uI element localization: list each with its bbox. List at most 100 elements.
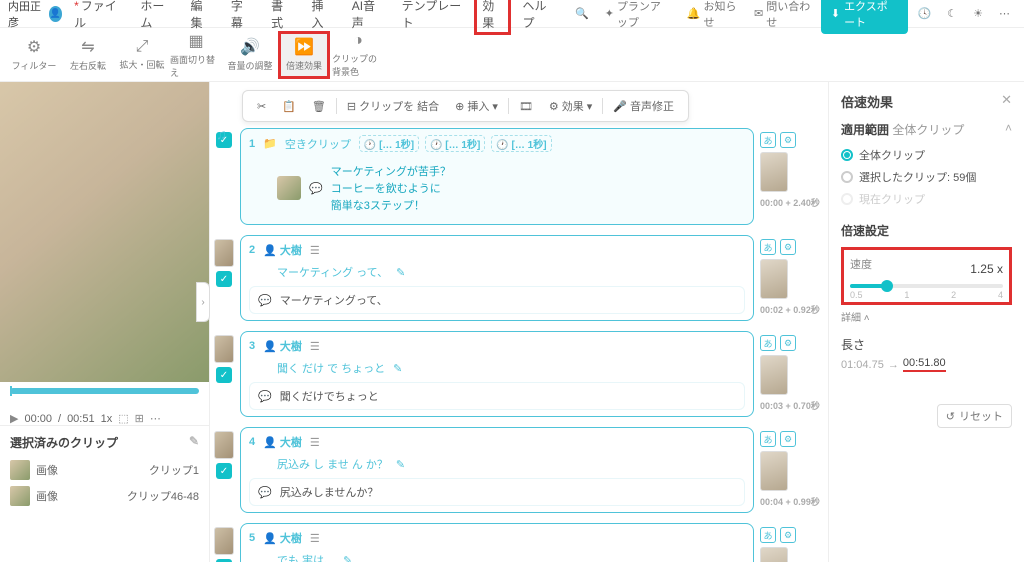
radio-all-clips[interactable]: 全体クリップ	[841, 144, 1012, 166]
cut-icon[interactable]: ✂	[251, 97, 272, 116]
tool-zoom-rotate[interactable]: ⤢拡大・回転	[116, 31, 168, 79]
menu-insert[interactable]: 挿入	[303, 0, 339, 35]
copy-icon[interactable]: 📋	[276, 97, 302, 116]
pencil-icon[interactable]: ✎	[396, 266, 405, 279]
result-thumb[interactable]	[760, 259, 788, 299]
contact-button[interactable]: ✉ 問い合わせ	[748, 0, 817, 34]
radio-selected-clips[interactable]: 選択したクリップ: 59個	[841, 166, 1012, 188]
flag-button[interactable]: あ	[760, 239, 776, 255]
clip-card[interactable]: 1 📁 空きクリップ 🕐 [… 1秒] 🕐 [… 1秒] 🕐 [… 1秒] 💬 …	[240, 128, 754, 225]
flag-settings-icon[interactable]: ⚙	[780, 431, 796, 447]
insert-button[interactable]: ⊕ 挿入 ▾	[449, 95, 504, 117]
menu-template[interactable]: テンプレート	[394, 0, 471, 35]
play-icon[interactable]: ▶	[10, 412, 18, 425]
right-panel: 倍速効果✕ 適用範囲 全体クリップ˄ 全体クリップ 選択したクリップ: 59個 …	[828, 82, 1024, 562]
expand-handle[interactable]: ›	[196, 282, 210, 322]
flag-settings-icon[interactable]: ⚙	[780, 527, 796, 543]
flag-settings-icon[interactable]: ⚙	[780, 132, 796, 148]
pencil-icon[interactable]: ✎	[393, 362, 402, 375]
flag-settings-icon[interactable]: ⚙	[780, 335, 796, 351]
toolbar: ⚙フィルター ⇋左右反転 ⤢拡大・回転 ▦画面切り替え 🔊音量の調整 ⏩倍速効果…	[0, 28, 1024, 82]
list-item[interactable]: 画像クリップ1	[10, 457, 199, 483]
reset-button[interactable]: ↺ リセット	[937, 404, 1012, 428]
more-icon[interactable]: ⋯	[993, 3, 1016, 24]
video-preview[interactable]	[0, 82, 209, 382]
sun-icon[interactable]: ☀	[967, 3, 989, 24]
scrub-bar[interactable]	[10, 388, 199, 394]
menu-format[interactable]: 書式	[263, 0, 299, 35]
voicefix-button[interactable]: 🎤 音声修正	[607, 95, 680, 117]
pencil-icon[interactable]: ✎	[343, 554, 352, 562]
track-checkbox[interactable]: ✓	[216, 271, 232, 287]
pencil-icon[interactable]: ✎	[396, 458, 405, 471]
chevron-up-icon[interactable]: ˄	[1005, 121, 1012, 138]
moon-icon[interactable]: ☾	[941, 3, 963, 24]
result-thumb[interactable]	[760, 355, 788, 395]
focus-icon[interactable]: ⬚	[118, 412, 128, 425]
track-row: ✓ 1 📁 空きクリップ 🕐 [… 1秒] 🕐 [… 1秒] 🕐 [… 1秒] …	[214, 128, 820, 225]
flag-settings-icon[interactable]: ⚙	[780, 239, 796, 255]
card-menu-icon[interactable]: ☰	[310, 532, 320, 545]
card-menu-icon[interactable]: ☰	[310, 436, 320, 449]
flag-button[interactable]: あ	[760, 527, 776, 543]
result-thumb[interactable]	[760, 152, 788, 192]
delete-icon[interactable]: 🗑	[306, 97, 332, 116]
tool-speed[interactable]: ⏩倍速効果	[278, 31, 330, 79]
menu-edit[interactable]: 編集	[183, 0, 219, 35]
menu-help[interactable]: ヘルプ	[515, 0, 561, 35]
history-icon[interactable]: 🕓	[912, 3, 938, 24]
tool-transition[interactable]: ▦画面切り替え	[170, 31, 222, 79]
more-controls-icon[interactable]: ⋯	[150, 412, 161, 425]
menu-home[interactable]: ホーム	[132, 0, 178, 35]
script-column: ✂ 📋 🗑 ⊟ クリップを 結合 ⊕ 挿入 ▾ 🎞 ⚙ 効果 ▾ 🎤 音声修正 …	[210, 82, 828, 562]
search-icon[interactable]: 🔍	[569, 3, 595, 24]
result-thumb[interactable]	[760, 547, 788, 562]
export-button[interactable]: ⬇ エクスポート	[821, 0, 908, 34]
card-menu-icon[interactable]: ☰	[310, 244, 320, 257]
tool-flip[interactable]: ⇋左右反転	[62, 31, 114, 79]
edit-selection-icon[interactable]: ✎	[189, 434, 199, 451]
flag-button[interactable]: あ	[760, 335, 776, 351]
track-row: ✓ 3👤 大樹☰ 聞く だけ で ちょっと✎ 💬聞くだけでちょっと あ⚙00:0…	[214, 331, 820, 417]
flag-button[interactable]: あ	[760, 431, 776, 447]
music-icon[interactable]: ♫	[216, 126, 227, 142]
tool-bgcolor[interactable]: ◑クリップの背景色	[332, 31, 384, 79]
context-toolbar: ✂ 📋 🗑 ⊟ クリップを 結合 ⊕ 挿入 ▾ 🎞 ⚙ 効果 ▾ 🎤 音声修正	[242, 90, 689, 122]
clip-card[interactable]: 5👤 大樹☰ でも 実は、✎ 💬でも実は、	[240, 523, 754, 562]
tool-filter[interactable]: ⚙フィルター	[8, 31, 60, 79]
avatar[interactable]: 👤	[49, 6, 62, 22]
track-checkbox[interactable]: ✓	[216, 463, 232, 479]
track-row: ✓ 4👤 大樹☰ 尻込み し ませ ん か？✎ 💬尻込みしませんか？ あ⚙00:…	[214, 427, 820, 513]
tool-volume[interactable]: 🔊音量の調整	[224, 31, 276, 79]
flag-button[interactable]: あ	[760, 132, 776, 148]
card-menu-icon[interactable]: ☰	[310, 340, 320, 353]
playback-rate[interactable]: 1x	[101, 413, 113, 425]
panel-title: 倍速効果	[841, 92, 893, 111]
palette-icon: ◑	[353, 32, 363, 50]
news-button[interactable]: 🔔 お知らせ	[681, 0, 744, 34]
menu-ai-voice[interactable]: AI音声	[344, 0, 390, 35]
transition-icon: ▦	[188, 31, 203, 51]
clip-card[interactable]: 4👤 大樹☰ 尻込み し ませ ん か？✎ 💬尻込みしませんか？	[240, 427, 754, 513]
bubble-icon: 💬	[258, 390, 272, 403]
track-checkbox[interactable]: ✓	[216, 367, 232, 383]
speed-slider-box: 速度 1.25 x 0.5124	[841, 247, 1012, 305]
clip-card[interactable]: 3👤 大樹☰ 聞く だけ で ちょっと✎ 💬聞くだけでちょっと	[240, 331, 754, 417]
menubar: 内田正彦 👤 ファイル ホーム 編集 字幕 書式 挿入 AI音声 テンプレート …	[0, 0, 1024, 28]
result-thumb[interactable]	[760, 451, 788, 491]
media-icon[interactable]: 🎞	[513, 97, 539, 116]
planup-button[interactable]: ✦ プランアップ	[599, 0, 677, 34]
menu-file[interactable]: ファイル	[66, 0, 128, 35]
combine-button[interactable]: ⊟ クリップを 結合	[341, 95, 445, 117]
list-item[interactable]: 画像クリップ46-48	[10, 483, 199, 509]
user-block[interactable]: 内田正彦 👤	[8, 0, 62, 30]
speed-slider[interactable]	[850, 284, 1003, 288]
menu-effect[interactable]: 効果	[474, 0, 510, 35]
close-icon[interactable]: ✕	[1001, 92, 1012, 111]
detail-toggle[interactable]: 詳細 ˄	[841, 309, 1012, 324]
effect-button[interactable]: ⚙ 効果 ▾	[543, 95, 598, 117]
slider-knob[interactable]	[881, 280, 893, 292]
menu-subtitle[interactable]: 字幕	[223, 0, 259, 35]
clip-card[interactable]: 2👤 大樹☰ マーケティング って、✎ 💬マーケティングって、	[240, 235, 754, 321]
grid-icon[interactable]: ⊞	[135, 412, 144, 425]
